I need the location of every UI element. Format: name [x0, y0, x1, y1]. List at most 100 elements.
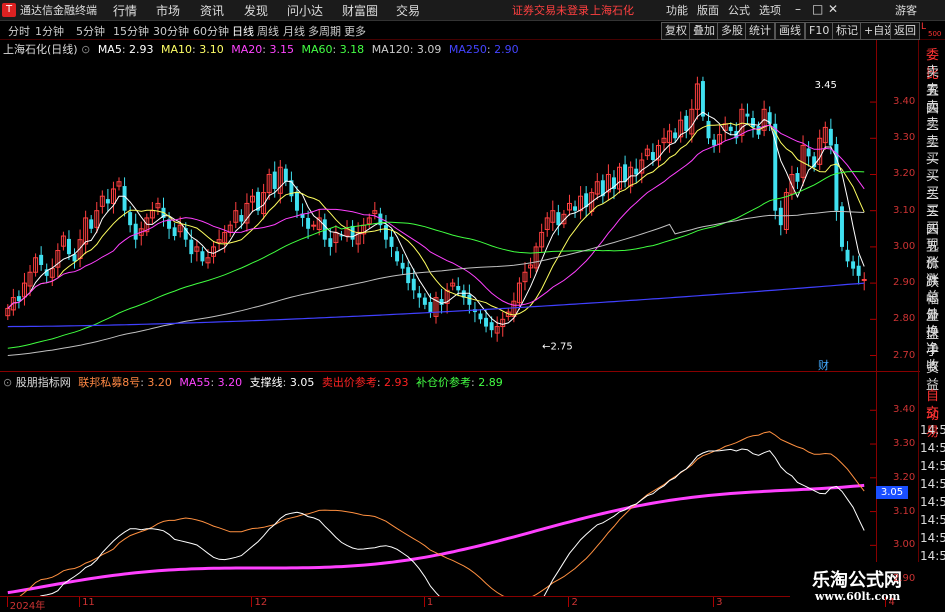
candle-body — [478, 313, 483, 320]
tool-overlay-button[interactable]: 叠加 — [689, 22, 719, 40]
finance-badge[interactable]: 财 — [818, 357, 829, 373]
guest-user[interactable]: 游客 — [895, 2, 917, 18]
candle-body — [751, 118, 755, 128]
menu-item-news[interactable]: 资讯 — [200, 2, 224, 19]
menu-item-quotes[interactable]: 行情 — [113, 2, 137, 19]
candle-body — [400, 262, 405, 269]
candle-body — [712, 139, 717, 146]
candle-body — [133, 223, 138, 240]
candle-body — [489, 322, 494, 331]
candle-body — [839, 206, 844, 247]
candle-body — [283, 168, 288, 182]
corner-sub-label: 500 — [928, 30, 942, 38]
period-tab-60min[interactable]: 60分钟 — [193, 23, 229, 39]
candlestick-chart[interactable]: 3.45 ←2.75 — [0, 55, 876, 370]
period-tab-5min[interactable]: 5分钟 — [76, 23, 105, 39]
menu-item-assistant[interactable]: 问小达 — [287, 2, 323, 19]
candle-body — [395, 251, 400, 262]
candle-body — [439, 299, 444, 305]
tool-multistock-button[interactable]: 多股 — [717, 22, 747, 40]
indicator-tick-label: 3.00 — [893, 539, 916, 551]
menu-item-discover[interactable]: 发现 — [244, 2, 268, 19]
date-tick-label: 2 — [571, 597, 578, 608]
candle-body — [16, 296, 21, 302]
watermark-url: www.60lt.com — [815, 590, 901, 603]
period-tab-15min[interactable]: 15分钟 — [113, 23, 149, 39]
menu-item-layout[interactable]: 版面 — [697, 2, 719, 18]
tool-draw-button[interactable]: 画线 — [775, 22, 805, 40]
date-tick-mark — [568, 597, 570, 607]
menu-item-market[interactable]: 市场 — [156, 2, 180, 19]
candle-body — [128, 212, 133, 226]
date-tick-label: 1 — [426, 597, 434, 608]
time-tick-7: 14:56 — [920, 549, 945, 563]
candle-body — [411, 278, 416, 291]
indicator-tick-label: 3.20 — [893, 471, 916, 483]
menu-item-wealth[interactable]: 财富圈 — [342, 2, 378, 19]
period-tab-intraday[interactable]: 分时 — [8, 23, 30, 39]
menu-item-options[interactable]: 选项 — [759, 2, 781, 18]
indicator-dropdown-icon[interactable]: ⊙ — [3, 376, 12, 389]
period-tab-1min[interactable]: 1分钟 — [35, 23, 64, 39]
date-tick-mark — [251, 597, 253, 607]
menu-item-formula[interactable]: 公式 — [728, 2, 750, 18]
tool-stats-button[interactable]: 统计 — [745, 22, 775, 40]
axis-divider — [876, 40, 877, 600]
app-logo-icon: T — [2, 3, 16, 17]
candle-body — [728, 126, 733, 132]
cursor-value-badge: 3.05 — [876, 486, 908, 499]
header-stock-name: 上海石化 — [590, 4, 634, 17]
minimize-icon[interactable]: – — [795, 2, 801, 16]
period-tab-multi[interactable]: 多周期 — [308, 23, 341, 39]
trade-status-warning: 证券交易未登录 — [512, 4, 589, 17]
candle-body — [189, 239, 194, 255]
price-tick-label: 3.20 — [893, 168, 916, 180]
candle-body — [389, 236, 394, 247]
menu-bar: T 通达信金融终端 行情 市场 资讯 发现 问小达 财富圈 交易 证券交易未登录… — [0, 0, 945, 21]
period-tab-30min[interactable]: 30分钟 — [153, 23, 189, 39]
candle-body — [634, 168, 639, 175]
candle-body — [456, 286, 461, 291]
candle-body — [828, 128, 833, 146]
period-tab-daily[interactable]: 日线 — [232, 23, 254, 39]
candle-body — [806, 148, 811, 157]
candle-body — [39, 254, 44, 265]
menu-item-function[interactable]: 功能 — [666, 2, 688, 18]
pane-divider[interactable] — [0, 371, 920, 372]
tool-back-button[interactable]: 返回 — [890, 22, 920, 40]
candle-body — [778, 207, 783, 226]
legend-sell-ref: 卖出价参考: 2.93 — [321, 376, 409, 389]
candle-body — [845, 249, 850, 262]
candle-body — [105, 199, 110, 204]
date-tick-label: 2024年 — [9, 601, 46, 612]
time-tick-1: 14:56 — [920, 441, 945, 455]
menu-item-trade[interactable]: 交易 — [396, 2, 420, 19]
candle-body — [89, 219, 94, 229]
candle-body — [745, 113, 750, 117]
candle-body — [706, 120, 711, 139]
indicator-legend: ⊙ 股朋指标网 联邦私募8号: 3.20 MA55: 3.20 支撑线: 3.0… — [3, 374, 503, 389]
time-tick-5: 14:56 — [920, 513, 945, 527]
candle-body — [573, 206, 578, 211]
date-tick-mark — [6, 597, 8, 607]
candle-body — [66, 238, 71, 255]
candle-body — [673, 132, 678, 139]
tool-adjust-button[interactable]: 复权 — [661, 22, 691, 40]
tool-f10-button[interactable]: F10 — [805, 22, 834, 40]
price-tick-label: 2.90 — [893, 277, 916, 289]
time-axis-line — [0, 596, 918, 597]
close-icon[interactable]: ✕ — [828, 2, 838, 16]
candle-body — [306, 217, 311, 229]
tool-mark-button[interactable]: 标记 — [832, 22, 862, 40]
candle-body — [172, 227, 177, 237]
indicator-chart[interactable] — [0, 390, 876, 596]
candle-body — [417, 293, 422, 298]
time-tick-6: 14:56 — [920, 531, 945, 545]
candle-body — [383, 225, 388, 240]
period-tab-weekly[interactable]: 周线 — [257, 23, 279, 39]
price-tick-label: 3.10 — [893, 204, 916, 216]
maximize-icon[interactable]: □ — [812, 2, 823, 16]
period-tab-monthly[interactable]: 月线 — [283, 23, 305, 39]
price-tick-label: 3.30 — [893, 132, 916, 144]
period-tab-more[interactable]: 更多 — [344, 23, 366, 39]
